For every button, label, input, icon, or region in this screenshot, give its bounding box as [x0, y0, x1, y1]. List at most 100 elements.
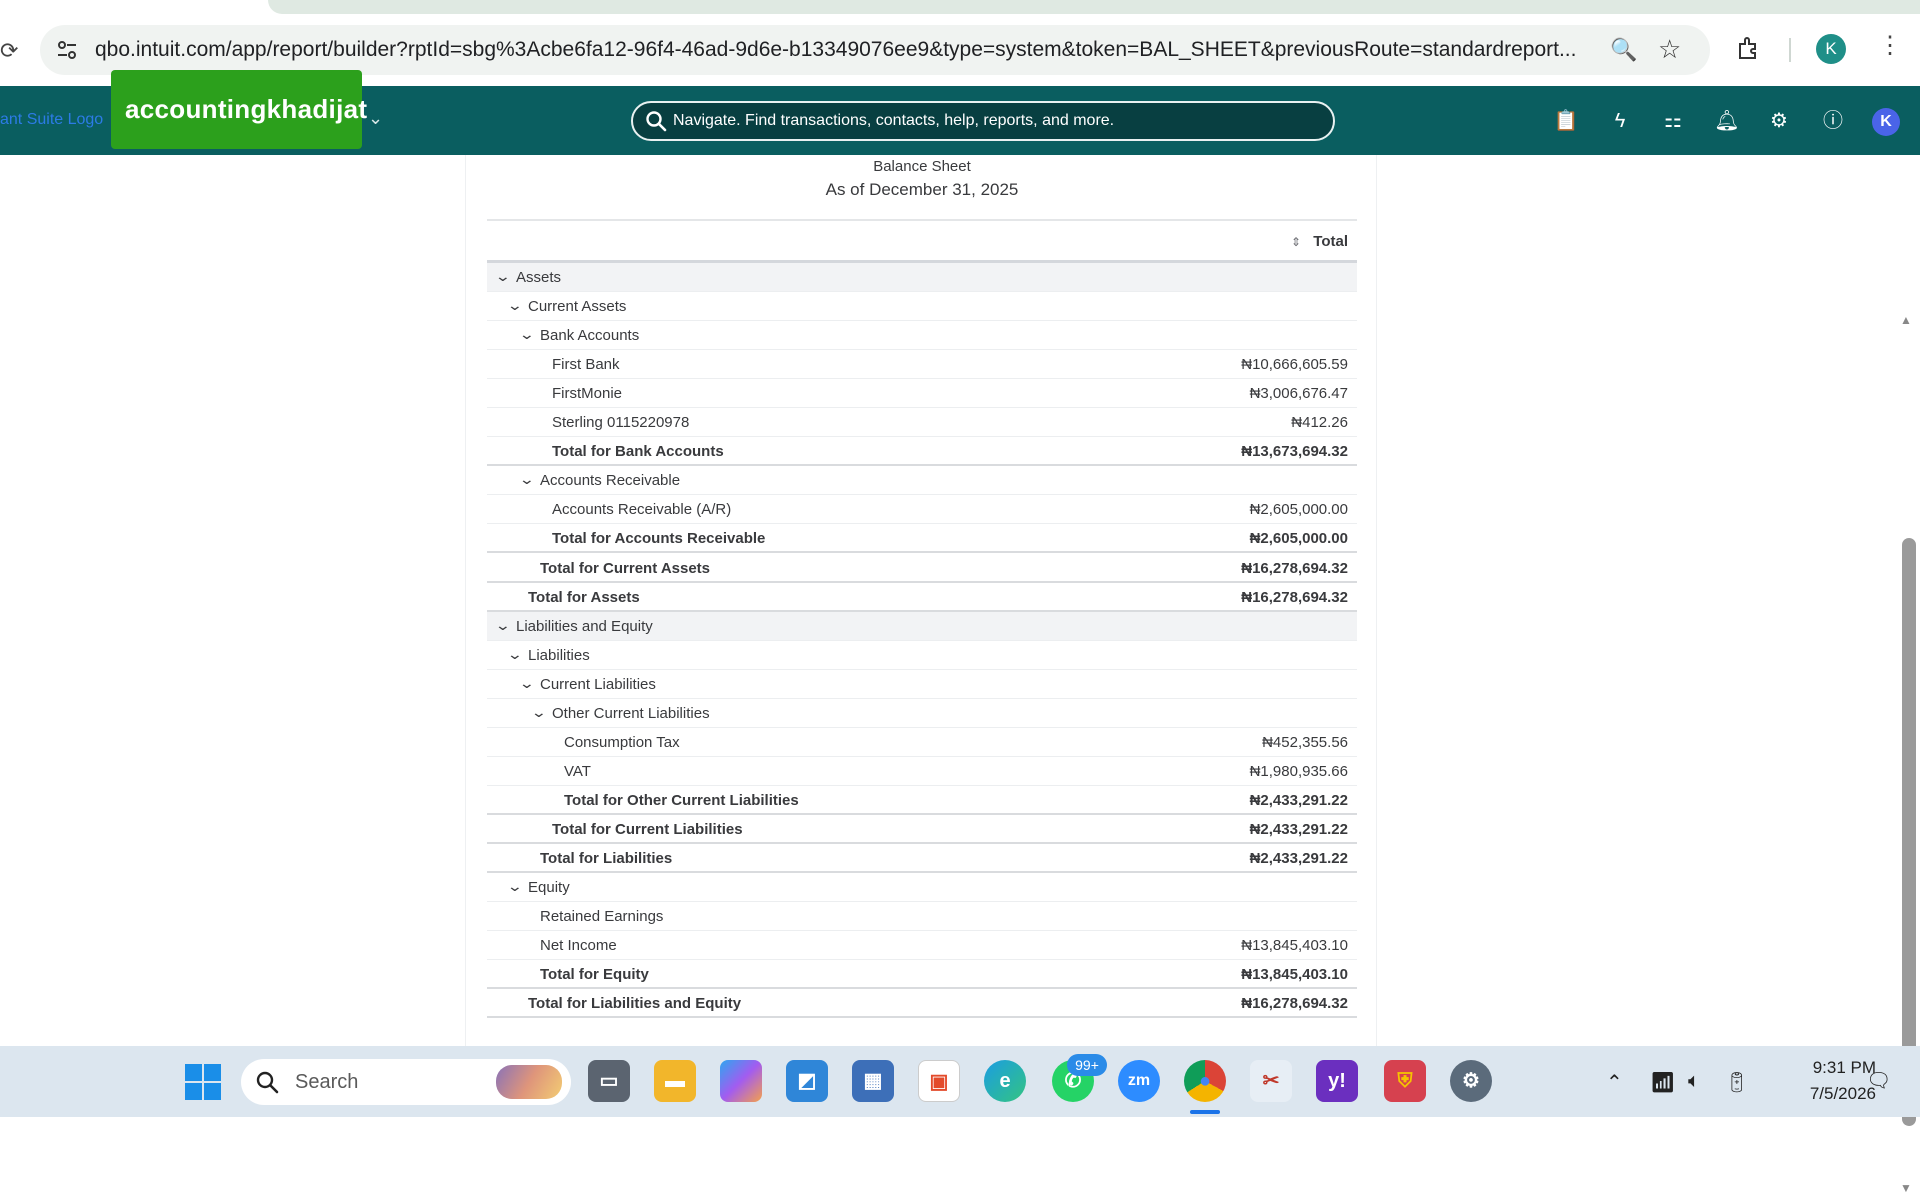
row-amount[interactable]: ₦10,666,605.59 [1241, 356, 1348, 373]
notification-icon[interactable]: 🗨︎ [1866, 1068, 1891, 1093]
bell-icon[interactable]: 🔔︎ [1714, 108, 1740, 134]
account-row[interactable]: Consumption Tax ₦452,355.56 [487, 728, 1357, 757]
group-row[interactable]: ⌄ Current Assets [487, 292, 1357, 322]
chevron-down-icon[interactable]: ⌄ [495, 617, 511, 634]
total-row[interactable]: Total for Current Liabilities ₦2,433,291.… [487, 815, 1357, 844]
group-row[interactable]: ⌄ Bank Accounts [487, 321, 1357, 351]
group-row[interactable]: ⌄ Liabilities and Equity [487, 611, 1357, 641]
row-amount[interactable]: ₦452,355.56 [1262, 734, 1348, 751]
total-row[interactable]: Total for Liabilities and Equity ₦16,278,… [487, 989, 1357, 1019]
chevron-down-icon[interactable]: ⌄ [507, 646, 523, 663]
chevron-down-icon[interactable]: ⌄ [368, 108, 383, 129]
group-row[interactable]: ⌄ Assets [487, 263, 1357, 292]
chevron-down-icon[interactable]: ⌄ [519, 471, 535, 488]
edge-icon[interactable]: e [984, 1060, 1026, 1102]
photos-icon[interactable]: ◩ [786, 1060, 828, 1102]
browser-profile-avatar[interactable]: K [1816, 34, 1846, 64]
clock-time[interactable]: 9:31 PM [1780, 1058, 1876, 1078]
row-label: Current Liabilities [540, 675, 656, 693]
total-row[interactable]: Total for Equity ₦13,845,403.10 [487, 960, 1357, 990]
row-amount[interactable]: ₦2,433,291.22 [1250, 850, 1348, 867]
site-info-icon[interactable] [54, 37, 80, 63]
row-amount[interactable]: ₦16,278,694.32 [1241, 589, 1348, 606]
account-row[interactable]: Sterling 0115220978 ₦412.26 [487, 408, 1357, 438]
group-row[interactable]: ⌄ Other Current Liabilities [487, 699, 1357, 728]
file-explorer-icon[interactable]: ▬ [654, 1060, 696, 1102]
row-amount[interactable]: ₦2,605,000.00 [1250, 530, 1348, 547]
total-row[interactable]: Total for Current Assets ₦16,278,694.32 [487, 554, 1357, 583]
chevron-down-icon[interactable]: ⌄ [519, 326, 535, 343]
row-amount[interactable]: ₦2,433,291.22 [1250, 821, 1348, 838]
address-bar[interactable]: qbo.intuit.com/app/report/builder?rptId=… [40, 25, 1710, 75]
browser-menu-icon[interactable]: ⋮ [1878, 34, 1902, 58]
row-amount[interactable]: ₦13,673,694.32 [1241, 443, 1348, 460]
chrome-icon[interactable]: ● [1184, 1060, 1226, 1102]
volume-icon[interactable]: 🔈︎ [1688, 1070, 1700, 1093]
apps-icon[interactable]: ⚏ [1660, 108, 1686, 134]
row-amount[interactable]: ₦13,845,403.10 [1241, 966, 1348, 983]
clock-date[interactable]: 7/5/2026 [1780, 1084, 1876, 1104]
group-row[interactable]: ⌄ Current Liabilities [487, 670, 1357, 699]
copilot-icon[interactable] [720, 1060, 762, 1102]
account-row[interactable]: First Bank ₦10,666,605.59 [487, 350, 1357, 380]
lightning-icon[interactable]: ϟ [1607, 108, 1633, 134]
clipboard-icon[interactable]: 📋 [1553, 108, 1579, 134]
chevron-down-icon[interactable]: ⌄ [507, 297, 523, 314]
scrollbar-thumb[interactable] [1902, 538, 1916, 1126]
group-row[interactable]: ⌄ Liabilities [487, 641, 1357, 670]
account-row[interactable]: VAT ₦1,980,935.66 [487, 757, 1357, 786]
row-amount[interactable]: ₦2,433,291.22 [1250, 792, 1348, 809]
account-row[interactable]: Net Income ₦13,845,403.10 [487, 931, 1357, 961]
scroll-down-icon[interactable]: ▼ [1900, 1181, 1912, 1195]
global-search-input[interactable]: Navigate. Find transactions, contacts, h… [631, 101, 1335, 141]
row-label: Current Assets [528, 298, 627, 316]
wifi-icon[interactable]: 📶︎ [1650, 1070, 1675, 1095]
account-row[interactable]: Accounts Receivable (A/R) ₦2,605,000.00 [487, 495, 1357, 525]
company-name-badge[interactable]: accountingkhadijat [111, 70, 367, 149]
row-amount[interactable]: ₦412.26 [1291, 414, 1348, 431]
column-header-total[interactable]: Total [1313, 233, 1348, 250]
chevron-down-icon[interactable]: ⌄ [531, 704, 547, 721]
help-icon[interactable]: ⓘ [1820, 108, 1846, 134]
row-amount[interactable]: ₦1,980,935.66 [1250, 763, 1348, 780]
chevron-down-icon[interactable]: ⌄ [495, 268, 511, 285]
suite-logo[interactable]: ant Suite Logo [0, 111, 103, 129]
scroll-up-icon[interactable]: ▲ [1900, 313, 1912, 327]
settings-icon[interactable]: ⚙ [1450, 1060, 1492, 1102]
user-avatar[interactable]: K [1872, 108, 1900, 136]
account-row[interactable]: FirstMonie ₦3,006,676.47 [487, 379, 1357, 409]
store-icon[interactable]: ▣ [918, 1060, 960, 1102]
row-amount[interactable]: ₦16,278,694.32 [1241, 995, 1348, 1012]
reload-icon[interactable]: ⟳ [0, 38, 18, 64]
total-row[interactable]: Total for Liabilities ₦2,433,291.22 [487, 844, 1357, 873]
bookmark-star-icon[interactable]: ☆ [1658, 34, 1681, 65]
gear-icon[interactable]: ⚙ [1766, 108, 1792, 134]
total-row[interactable]: Total for Assets ₦16,278,694.32 [487, 583, 1357, 612]
total-row[interactable]: Total for Bank Accounts ₦13,673,694.32 [487, 437, 1357, 467]
sort-icon[interactable]: ⇕ [1291, 235, 1301, 249]
chevron-up-icon[interactable]: ⌃ [1606, 1070, 1623, 1095]
extensions-icon[interactable] [1736, 35, 1762, 61]
zoom-icon[interactable]: 🔍 [1610, 37, 1637, 63]
zoom-icon[interactable]: zm [1118, 1060, 1160, 1102]
group-row[interactable]: ⌄ Accounts Receivable [487, 466, 1357, 496]
yahoo-icon[interactable]: y! [1316, 1060, 1358, 1102]
row-amount[interactable]: ₦16,278,694.32 [1241, 560, 1348, 577]
battery-icon[interactable]: 🔋︎ [1724, 1070, 1749, 1095]
total-row[interactable]: Total for Other Current Liabilities ₦2,43… [487, 786, 1357, 815]
url-text[interactable]: qbo.intuit.com/app/report/builder?rptId=… [95, 38, 1635, 62]
task-view-icon[interactable]: ▭ [588, 1060, 630, 1102]
row-amount[interactable]: ₦3,006,676.47 [1250, 385, 1348, 402]
group-row[interactable]: ⌄ Equity [487, 873, 1357, 903]
chevron-down-icon[interactable]: ⌄ [507, 878, 523, 895]
row-amount[interactable]: ₦13,845,403.10 [1241, 937, 1348, 954]
row-amount[interactable]: ₦2,605,000.00 [1250, 501, 1348, 518]
total-row[interactable]: Total for Accounts Receivable ₦2,605,000.… [487, 524, 1357, 554]
security-icon[interactable]: ⛨ [1384, 1060, 1426, 1102]
calculator-icon[interactable]: ▦ [852, 1060, 894, 1102]
active-app-indicator [1190, 1110, 1220, 1114]
snipping-tool-icon[interactable]: ✂ [1250, 1060, 1292, 1102]
taskbar-search[interactable]: Search [241, 1059, 571, 1105]
chevron-down-icon[interactable]: ⌄ [519, 675, 535, 692]
windows-start-icon[interactable] [184, 1063, 222, 1101]
